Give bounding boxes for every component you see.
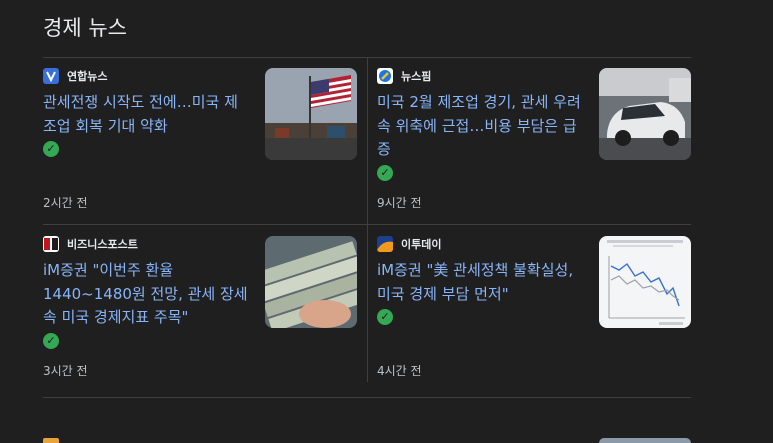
news-headline[interactable]: 미국 2월 제조업 경기, 관세 우려 속 위축에 근접…비용 부담은 급증 ✓ xyxy=(377,91,585,181)
car-factory-image[interactable] xyxy=(599,68,691,160)
source-name: 비즈니스포스트 xyxy=(67,238,138,251)
news-source: 비즈니스포스트 xyxy=(43,236,138,252)
news-card[interactable]: 비즈니스포스트 iM증권 "이번주 환율 1440~1480원 전망, 관세 장… xyxy=(43,225,358,378)
headline-text[interactable]: 관세전쟁 시작도 전에…미국 제조업 회복 기대 약화 xyxy=(43,93,238,135)
news-source: 이투데이 xyxy=(377,236,441,252)
check-circle-icon: ✓ xyxy=(377,164,393,181)
source-name: 뉴스핌 xyxy=(401,70,432,83)
check-circle-icon: ✓ xyxy=(43,332,59,349)
news-source: 뉴스핌 xyxy=(377,68,431,84)
news-headline[interactable]: 관세전쟁 시작도 전에…미국 제조업 회복 기대 약화 ✓ xyxy=(43,91,251,157)
news-time: 9시간 전 xyxy=(377,196,422,210)
businesspost-logo-icon xyxy=(43,236,59,252)
news-time: 3시간 전 xyxy=(43,364,88,378)
newspim-logo-icon xyxy=(377,68,393,84)
divider xyxy=(43,397,691,398)
news-time: 2시간 전 xyxy=(43,196,88,210)
us-flag-port-image[interactable] xyxy=(265,68,357,160)
news-headline[interactable]: iM증권 "美 관세정책 불확실성, 미국 경제 부담 먼저" ✓ xyxy=(377,259,585,325)
news-card[interactable]: 연합뉴스 관세전쟁 시작도 전에…미국 제조업 회복 기대 약화 ✓ 2시간 전 xyxy=(43,57,358,210)
check-circle-icon: ✓ xyxy=(377,309,393,325)
news-source: 연합뉴스 xyxy=(43,68,107,84)
yonhap-logo-icon xyxy=(43,68,59,84)
news-headline[interactable]: iM증권 "이번주 환율 1440~1480원 전망, 관세 장세 속 미국 경… xyxy=(43,259,251,349)
etoday-logo-icon xyxy=(377,236,393,252)
dollar-bills-image[interactable] xyxy=(265,236,357,328)
headline-text[interactable]: iM증권 "이번주 환율 1440~1480원 전망, 관세 장세 속 미국 경… xyxy=(43,261,248,326)
news-time: 4시간 전 xyxy=(377,364,422,378)
next-source-logo-icon xyxy=(43,438,59,443)
news-card[interactable]: 이투데이 iM증권 "美 관세정책 불확실성, 미국 경제 부담 먼저" ✓ 4… xyxy=(377,225,692,378)
headline-text[interactable]: 미국 2월 제조업 경기, 관세 우려 속 위축에 근접…비용 부담은 급증 xyxy=(377,93,581,158)
source-name: 연합뉴스 xyxy=(67,70,108,83)
news-card[interactable]: 뉴스핌 미국 2월 제조업 경기, 관세 우려 속 위축에 근접…비용 부담은 … xyxy=(377,57,692,210)
source-name: 이투데이 xyxy=(401,238,442,251)
economic-chart-image[interactable] xyxy=(599,236,691,328)
check-circle-icon: ✓ xyxy=(43,141,59,157)
next-thumbnail-image[interactable] xyxy=(599,438,691,443)
column-divider xyxy=(367,58,368,382)
section-title: 경제 뉴스 xyxy=(43,16,127,40)
headline-text[interactable]: iM증권 "美 관세정책 불확실성, 미국 경제 부담 먼저" xyxy=(377,261,573,303)
